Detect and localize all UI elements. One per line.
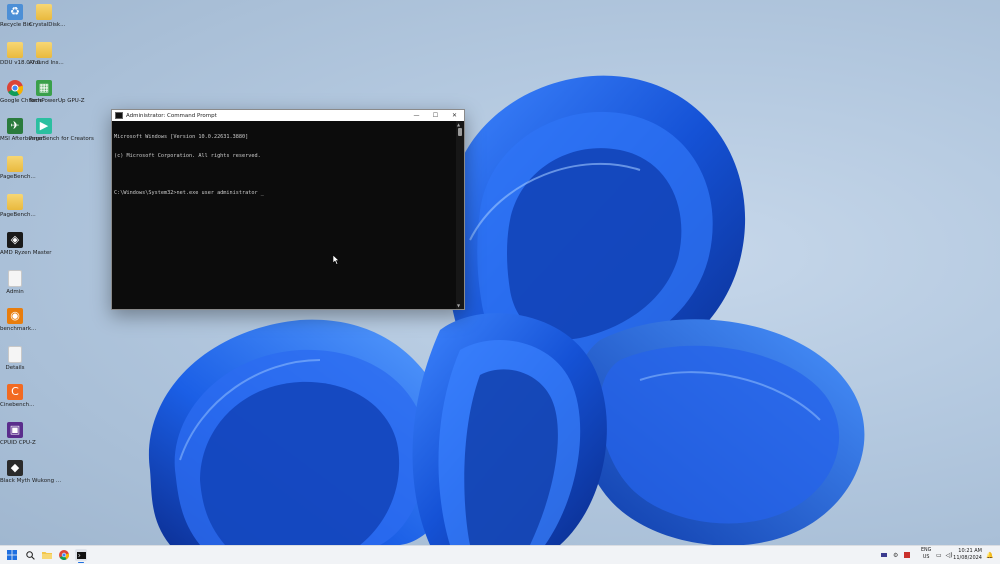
terminal-icon [115,112,123,119]
cpuid-icon: ▣ [7,422,23,438]
network-icon: ▭ [936,551,942,559]
desktop-shortcut[interactable]: ✈ MSI Afterburner [0,118,44,143]
desktop-shortcut[interactable]: ◆ Black Myth Wukong ... [0,460,62,485]
clock-date: 11/08/2024 [953,555,982,561]
chrome-taskbar-button[interactable] [58,549,70,561]
language-indicator[interactable]: ENG US [921,548,931,561]
windows-logo-icon [7,550,17,560]
desktop-shortcut-label: Recycle Bin [0,22,32,28]
desktop-shortcut-label: Details [5,365,25,371]
desktop-shortcut-label: Black Myth Wukong ... [0,478,62,484]
desktop-shortcut-label: benchmark... [0,326,37,332]
desktop-shortcut[interactable]: Around Ins... [29,42,64,67]
terminal-taskbar-button[interactable] [75,549,87,563]
folder-icon [36,42,52,58]
msi-afterburner-icon: ✈ [7,118,23,134]
tray-icons: ⚙ [881,546,914,564]
window-titlebar[interactable]: Administrator: Command Prompt — ☐ ✕ [112,110,464,121]
desktop-shortcut[interactable]: ◈ AMD Ryzen Master [0,232,52,257]
desktop-shortcut[interactable]: DDU v18.0.7.0 [0,42,41,67]
vertical-scrollbar[interactable]: ▲ ▼ [456,121,464,309]
mouse-pointer-icon [333,255,340,265]
tray-security-icon[interactable] [904,552,911,558]
desktop-shortcut[interactable]: ♻ Recycle Bin [0,4,32,29]
chrome-icon [7,80,23,96]
taskbar: ⚙ ENG US ▭ ◁) 10:21 AM 11/08/2024 🔔 [0,545,1000,564]
amd-ryzen-master-icon: ◈ [7,232,23,248]
desktop-shortcut-label: Around Ins... [29,60,64,66]
desktop-shortcut-label: Cinebench... [0,402,35,408]
recycle-bin-icon: ♻ [7,4,23,20]
window-title: Administrator: Command Prompt [126,112,217,119]
desktop-shortcut[interactable]: ▶ PageBench for Creators [29,118,94,143]
desktop-shortcut[interactable]: Details [0,346,30,372]
folder-icon [7,156,23,172]
pagebench-icon: ▶ [36,118,52,134]
folder-icon [36,4,52,20]
clock-time: 10:21 AM [958,548,982,554]
clock[interactable]: 10:21 AM 11/08/2024 [953,548,982,562]
notifications-button[interactable]: 🔔 [986,546,993,564]
bell-icon: 🔔 [986,551,994,559]
desktop-shortcut[interactable]: Google Chrome [0,80,43,105]
desktop-shortcut-label: PageBench... [0,174,36,180]
console-line: (c) Microsoft Corporation. All rights re… [114,153,261,160]
folder-icon [42,552,52,559]
desktop-shortcut-label: AMD Ryzen Master [0,250,52,256]
desktop-shortcut-label: Google Chrome [0,98,43,104]
desktop-shortcut[interactable]: PageBench... [0,194,36,219]
scroll-down-arrow-icon[interactable]: ▼ [457,303,460,308]
close-button[interactable]: ✕ [445,110,464,121]
scroll-up-arrow-icon[interactable]: ▲ [457,122,460,127]
desktop-shortcut-label: PageBench for Creators [29,136,94,142]
scroll-thumb[interactable] [458,128,462,136]
desktop-shortcut[interactable]: Admin [0,270,30,296]
console-output[interactable]: Microsoft Windows [Version 10.0.22631.38… [114,122,455,309]
folder-icon [7,42,23,58]
keyboard-layout: US [922,554,930,560]
document-icon [8,346,22,363]
desktop-shortcut-label: CPUID CPU-Z [0,440,36,446]
search-icon [25,550,35,560]
desktop-shortcut[interactable]: ▣ CPUID CPU-Z [0,422,36,447]
usb-icon[interactable]: ⚙ [893,552,898,559]
folder-icon [7,194,23,210]
language-code: ENG [921,548,932,553]
desktop-shortcut[interactable]: PageBench... [0,156,36,181]
gpu-icon: ▦ [36,80,52,96]
search-button[interactable] [24,549,36,561]
cinebench-icon: C [7,384,23,400]
command-prompt-window[interactable]: Administrator: Command Prompt — ☐ ✕ Micr… [111,109,465,310]
minimize-button[interactable]: — [407,110,426,121]
desktop-shortcut-label: TechPowerUp GPU-Z [29,98,85,104]
desktop-shortcut-label: MSI Afterburner [0,136,44,142]
desktop-shortcut-label: Admin [6,289,24,295]
blender-icon: ◉ [7,308,23,324]
console-line: Microsoft Windows [Version 10.0.22631.38… [114,134,249,141]
desktop-shortcut[interactable]: CrystalDisk... [29,4,66,29]
terminal-icon [76,551,86,559]
start-button[interactable] [6,549,18,561]
document-icon [8,270,22,287]
volume-icon: ◁) [945,551,953,559]
desktop-shortcut[interactable]: ▦ TechPowerUp GPU-Z [29,80,85,105]
desktop-shortcut-label: DDU v18.0.7.0 [0,60,41,66]
black-myth-icon: ◆ [7,460,23,476]
maximize-button[interactable]: ☐ [426,110,445,121]
console-command-line: C:\Windows\System32>net.exe user adminis… [114,190,264,197]
desktop-shortcut-label: PageBench... [0,212,36,218]
desktop-shortcut[interactable]: C Cinebench... [0,384,35,409]
chrome-icon [59,550,69,560]
desktop-shortcut-label: CrystalDisk... [29,22,66,28]
quick-settings[interactable]: ▭ ◁) [936,546,953,564]
tray-app-icon[interactable] [881,553,887,557]
file-explorer-button[interactable] [41,549,53,561]
desktop-shortcut[interactable]: ◉ benchmark... [0,308,37,333]
